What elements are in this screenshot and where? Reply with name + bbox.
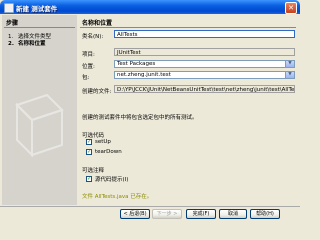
project-field: JUnitTest: [114, 48, 295, 56]
pane-divider: [80, 27, 296, 28]
step-item-2: 2. 名称和位置: [8, 39, 46, 47]
package-value: net.zheng.junit.test: [117, 72, 171, 78]
finish-button[interactable]: 完成(F): [186, 209, 216, 219]
teardown-checkbox-row[interactable]: ✓ tearDown: [86, 149, 122, 155]
app-icon: [4, 3, 14, 13]
setup-label: setUp: [95, 139, 111, 145]
teardown-checkbox[interactable]: ✓: [86, 149, 92, 155]
wizard-window: 新建 测试套件 ✕ 步骤 1. 选择文件类型 2. 名称和位置 名称和位置 类名(N…: [0, 0, 300, 224]
class-name-input[interactable]: AllTests: [114, 30, 295, 38]
package-label: 包:: [82, 75, 90, 81]
source-hint-checkbox-row[interactable]: ✓ 源代码提示(I): [86, 175, 128, 183]
title-bar[interactable]: 新建 测试套件 ✕: [0, 0, 300, 14]
chevron-down-icon[interactable]: ▼: [285, 61, 294, 67]
teardown-label: tearDown: [95, 149, 122, 155]
help-button[interactable]: 帮助(H): [250, 209, 280, 219]
package-select[interactable]: net.zheng.junit.test ▼: [114, 71, 295, 79]
location-select[interactable]: Test Packages ▼: [114, 60, 295, 68]
created-file-field: D:\YP\JCCK\JUnit\NetBeansUnitTest\test\n…: [114, 85, 295, 93]
location-value: Test Packages: [117, 61, 156, 67]
wizard-cube-graphic: [15, 93, 64, 158]
steps-panel: 步骤 1. 选择文件类型 2. 名称和位置: [2, 15, 77, 205]
optional-code-title: 可选代码: [82, 133, 105, 139]
location-label: 位置:: [82, 64, 95, 70]
source-hint-checkbox[interactable]: ✓: [86, 176, 92, 182]
optional-comments-title: 可选注释: [82, 168, 105, 174]
setup-checkbox[interactable]: ✓: [86, 139, 92, 145]
steps-divider: [4, 27, 75, 28]
warning-message: 文件 AllTests.java 已存在。: [82, 194, 153, 200]
created-file-label: 创建的文件:: [82, 89, 112, 95]
close-button[interactable]: ✕: [285, 2, 297, 14]
setup-checkbox-row[interactable]: ✓ setUp: [86, 139, 111, 145]
chevron-down-icon[interactable]: ▼: [285, 72, 294, 78]
description-text: 创建的测试套件中将包含选定包中的所有测试。: [82, 115, 198, 121]
name-location-pane: 名称和位置 类名(N): AllTests 项目: JUnitTest 位置: …: [80, 15, 298, 205]
class-name-label: 类名(N):: [82, 34, 104, 40]
window-title: 新建 测试套件: [16, 5, 58, 13]
step-number: 2.: [8, 41, 14, 47]
project-label: 项目:: [82, 52, 95, 58]
source-hint-label: 源代码提示(I): [95, 177, 129, 183]
back-button[interactable]: < 后退(B): [120, 209, 150, 219]
next-button[interactable]: 下一步 >: [152, 209, 182, 219]
cancel-button[interactable]: 取消: [219, 209, 247, 219]
bottom-divider: [0, 206, 300, 207]
pane-header: 名称和位置: [82, 20, 113, 27]
step-label: 名称和位置: [18, 41, 46, 47]
steps-header: 步骤: [6, 20, 19, 27]
